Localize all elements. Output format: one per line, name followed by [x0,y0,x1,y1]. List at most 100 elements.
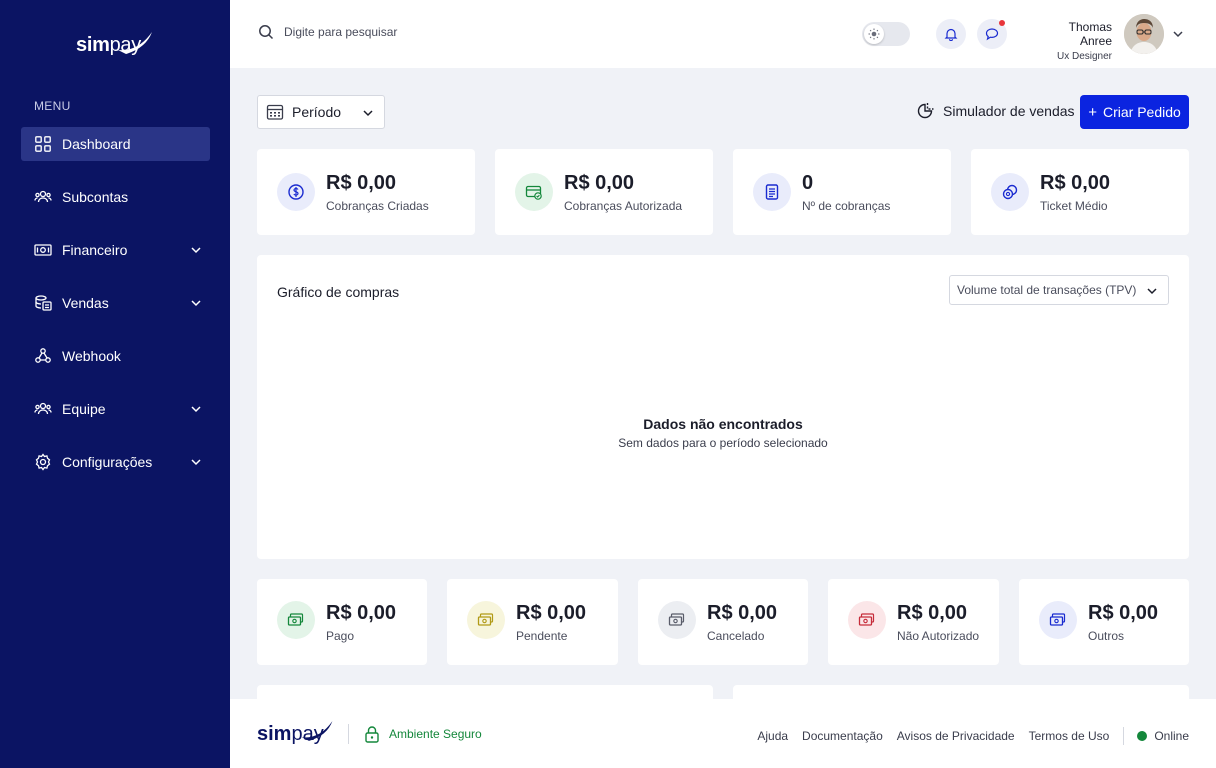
period-select[interactable]: Período [257,95,385,129]
sidebar-item-financeiro[interactable]: Financeiro [21,233,210,267]
simpay-logo[interactable]: simpay [76,32,152,57]
toggle-knob [864,24,884,44]
messages-button[interactable] [977,19,1007,49]
secure-environment: Ambiente Seguro [364,725,482,743]
stat-value: R$ 0,00 [564,172,635,194]
online-status: Online [1137,729,1189,743]
status-value: R$ 0,00 [707,602,778,624]
avatar[interactable] [1124,14,1164,54]
coins-icon [991,173,1029,211]
status-card-pendente: R$ 0,00 Pendente [447,579,618,665]
lock-icon [365,726,379,743]
status-value: R$ 0,00 [897,602,968,624]
stat-value: R$ 0,00 [326,172,397,194]
footer-links: Ajuda Documentação Avisos de Privacidade… [743,727,1189,745]
search-icon [259,25,274,40]
money-icon [34,241,52,259]
create-order-button[interactable]: + Criar Pedido [1080,95,1189,129]
lower-panel-left [257,685,713,699]
sidebar-item-equipe[interactable]: Equipe [21,392,210,426]
stat-value: R$ 0,00 [1040,172,1111,194]
empty-state-subtitle: Sem dados para o período selecionado [618,436,828,450]
status-label: Cancelado [707,629,765,643]
cash-icon [658,601,696,639]
sidebar-item-configuracoes[interactable]: Configurações [21,445,210,479]
chart-metric-value: Volume total de transações (TPV) [957,283,1137,297]
footer-link-documentacao[interactable]: Documentação [802,729,883,743]
sidebar-item-label: Webhook [62,348,121,364]
footer: simpay Ambiente Seguro Ajuda Documentaçã… [230,699,1216,768]
sun-icon [868,28,880,40]
stat-label: Nº de cobranças [802,199,891,213]
chevron-down-icon [191,247,201,254]
chevron-down-icon [191,459,201,466]
status-label: Não Autorizado [897,629,980,643]
sidebar-item-dashboard[interactable]: Dashboard [21,127,210,161]
footer-simpay-logo[interactable]: simpay [257,721,333,746]
logo-swoosh-icon [301,721,333,741]
sidebar-item-label: Financeiro [62,242,128,258]
stat-card-ticket-medio: R$ 0,00 Ticket Médio [971,149,1189,235]
footer-divider [348,724,349,744]
status-value: R$ 0,00 [326,602,397,624]
webhook-icon [34,347,52,365]
footer-link-privacidade[interactable]: Avisos de Privacidade [897,729,1015,743]
footer-link-ajuda[interactable]: Ajuda [757,729,788,743]
status-card-pago: R$ 0,00 Pago [257,579,427,665]
pie-chart-icon [917,103,934,119]
avatar-image [1124,14,1164,54]
chart-metric-select[interactable]: Volume total de transações (TPV) [949,275,1169,305]
user-info[interactable]: Thomas Anree Ux Designer [1034,20,1112,62]
cash-icon [467,601,505,639]
stat-label: Cobranças Autorizada [564,199,683,213]
sidebar-item-label: Configurações [62,454,153,470]
document-icon [753,173,791,211]
top-bar: Thomas Anree Ux Designer [230,0,1216,68]
user-name: Thomas Anree [1068,20,1112,48]
theme-toggle[interactable] [862,22,910,46]
sidebar-item-label: Subcontas [62,189,129,205]
simulator-label: Simulador de vendas [943,103,1075,119]
chevron-down-icon [191,300,201,307]
chevron-down-icon [363,110,373,117]
sales-icon [34,294,52,312]
team-icon [34,400,52,418]
footer-separator [1123,727,1125,745]
grid-icon [34,135,52,153]
chevron-down-icon [1147,288,1157,295]
online-label: Online [1154,729,1189,743]
stat-card-numero-cobrancas: 0 Nº de cobranças [733,149,951,235]
sidebar-item-label: Vendas [62,295,109,311]
cash-icon [1039,601,1077,639]
stat-label: Ticket Médio [1040,199,1108,213]
card-check-icon [515,173,553,211]
bell-icon [944,28,958,41]
stat-card-cobrancas-autorizada: R$ 0,00 Cobranças Autorizada [495,149,713,235]
plus-icon: + [1088,103,1097,121]
sidebar-item-subcontas[interactable]: Subcontas [21,180,210,214]
status-dot-icon [1137,731,1148,741]
purchases-chart-panel: Gráfico de compras Volume total de trans… [257,255,1189,559]
sales-simulator-link[interactable]: Simulador de vendas [917,102,1075,120]
logo-swoosh-icon [118,32,152,54]
status-label: Pendente [516,629,568,643]
user-role: Ux Designer [1056,51,1112,62]
empty-state-title: Dados não encontrados [643,416,803,432]
status-value: R$ 0,00 [516,602,587,624]
gear-icon [34,453,52,471]
status-card-outros: R$ 0,00 Outros [1019,579,1189,665]
stat-label: Cobranças Criadas [326,199,429,213]
chevron-down-icon[interactable] [1172,28,1184,40]
sidebar-item-webhook[interactable]: Webhook [21,339,210,373]
secure-label: Ambiente Seguro [389,727,482,741]
notifications-button[interactable] [936,19,966,49]
create-order-label: Criar Pedido [1102,104,1181,120]
chart-title: Gráfico de compras [277,284,400,300]
sidebar-item-label: Equipe [62,401,106,417]
message-badge [999,20,1005,26]
search-input[interactable] [284,25,504,39]
status-card-nao-autorizado: R$ 0,00 Não Autorizado [828,579,999,665]
sidebar-item-vendas[interactable]: Vendas [21,286,210,320]
cash-icon [848,601,886,639]
footer-link-termos[interactable]: Termos de Uso [1029,729,1110,743]
